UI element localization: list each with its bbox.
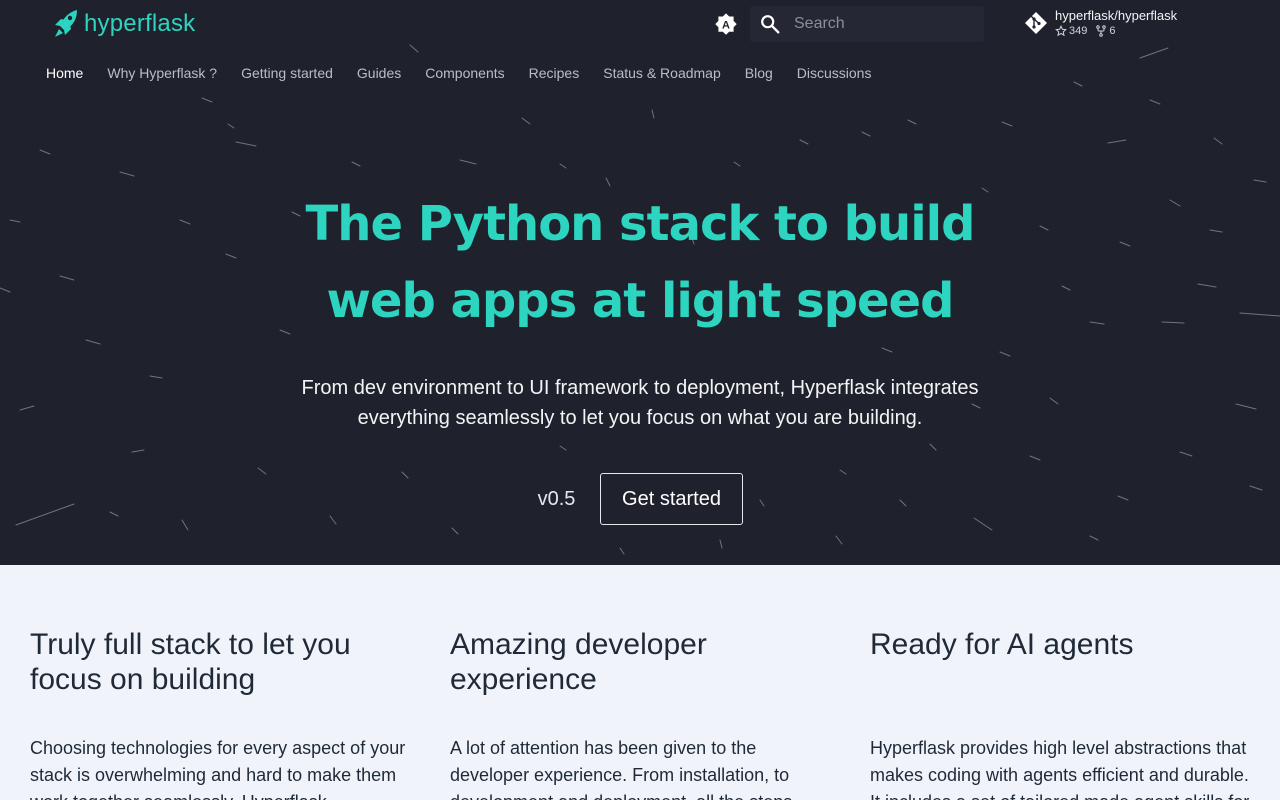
feature-title: Ready for AI agents	[870, 628, 1134, 661]
feature-body: Choosing technologies for every aspect o…	[30, 738, 406, 800]
star-icon	[1055, 25, 1067, 37]
logo-link[interactable]: hyperflask	[52, 8, 195, 40]
theme-toggle-button[interactable]: A	[713, 11, 739, 37]
feature-card-ai-agents: Ready for AI agents Hyperflask provides …	[870, 627, 1250, 800]
hero-subtitle: From dev environment to UI framework to …	[240, 373, 1040, 433]
nav-item-home[interactable]: Home	[34, 58, 95, 88]
search-box[interactable]	[750, 6, 984, 42]
repo-link[interactable]: hyperflask/hyperflask 349 6	[1024, 8, 1177, 37]
nav-item-components[interactable]: Components	[413, 58, 516, 88]
repo-stars-count: 349	[1069, 25, 1088, 37]
repo-name: hyperflask/hyperflask	[1055, 8, 1178, 23]
feature-card-developer-experience: Amazing developer experience A lot of at…	[450, 627, 830, 800]
logo-text: hyperflask	[84, 10, 196, 37]
git-icon	[1025, 11, 1047, 34]
theme-toggle-letter: A	[722, 19, 730, 31]
hero-title: The Python stack to build web apps at li…	[240, 186, 1040, 340]
repo-stars: 349	[1055, 25, 1087, 37]
nav-item-why-hyperflask[interactable]: Why Hyperflask ?	[95, 58, 229, 88]
hero-section: hyperflask A hyperflask/hyperflask	[0, 0, 1280, 565]
feature-title: Amazing developer experience	[450, 628, 707, 696]
hero-subtitle-line-2: everything seamlessly to let you focus o…	[357, 407, 923, 429]
search-input[interactable]	[790, 15, 970, 33]
feature-body: A lot of attention has been given to the…	[450, 738, 792, 800]
repo-forks-count: 6	[1109, 25, 1116, 37]
nav-item-recipes[interactable]: Recipes	[517, 58, 592, 88]
nav-item-guides[interactable]: Guides	[345, 58, 413, 88]
nav-item-blog[interactable]: Blog	[733, 58, 785, 88]
repo-forks: 6	[1095, 25, 1115, 37]
feature-body: Hyperflask provides high level abstracti…	[870, 738, 1249, 800]
version-label: v0.5	[537, 488, 576, 510]
nav-item-status-roadmap[interactable]: Status & Roadmap	[591, 58, 733, 88]
hero-title-line-1: The Python stack to build	[305, 196, 976, 252]
hero-subtitle-line-1: From dev environment to UI framework to …	[301, 377, 979, 399]
rocket-icon	[55, 10, 77, 37]
get-started-button[interactable]: Get started	[600, 473, 743, 525]
feature-card-full-stack: Truly full stack to let you focus on bui…	[30, 627, 410, 800]
fork-icon	[1096, 25, 1107, 37]
feature-title: Truly full stack to let you focus on bui…	[30, 628, 351, 696]
features-section: Truly full stack to let you focus on bui…	[0, 565, 1280, 800]
brightness-auto-icon: A	[715, 13, 737, 35]
main-nav: Home Why Hyperflask ? Getting started Gu…	[34, 58, 883, 88]
hero-title-line-2: web apps at light speed	[326, 273, 955, 329]
search-icon[interactable]	[750, 6, 790, 42]
nav-item-discussions[interactable]: Discussions	[785, 58, 884, 88]
nav-item-getting-started[interactable]: Getting started	[229, 58, 345, 88]
